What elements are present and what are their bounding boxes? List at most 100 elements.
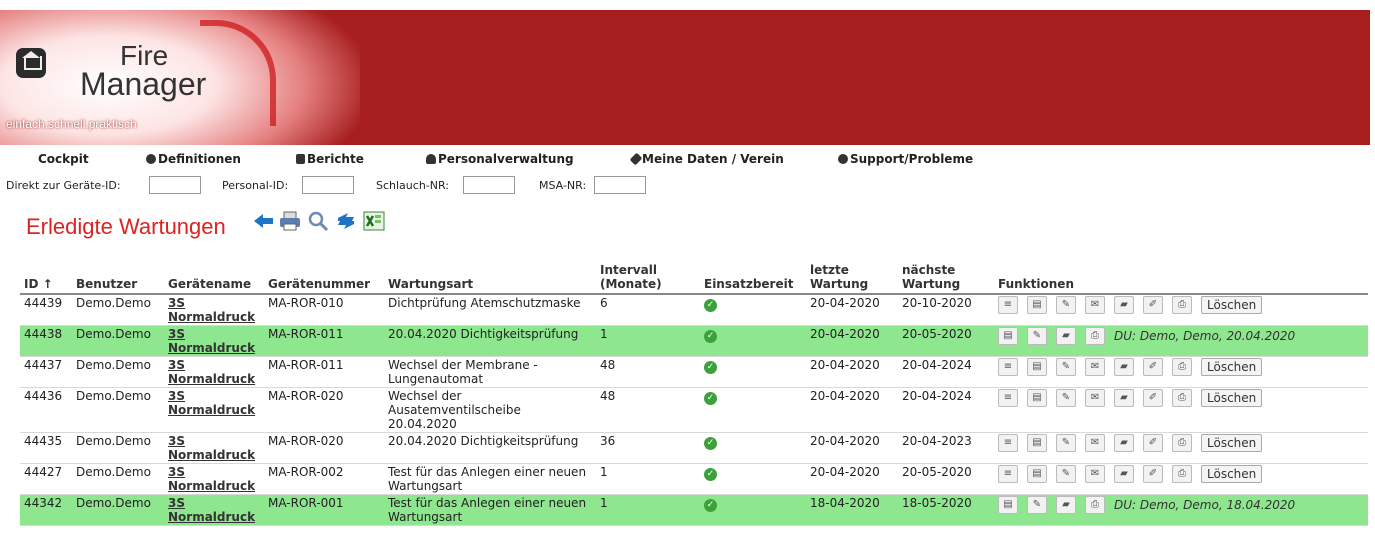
doc-icon[interactable]: ≡ (998, 358, 1018, 376)
folder-icon[interactable]: ▰ (1114, 296, 1134, 314)
pencil-icon[interactable]: ✐ (1143, 296, 1163, 314)
folder-icon[interactable]: ▰ (1114, 434, 1134, 452)
pencil-icon[interactable]: ✐ (1143, 358, 1163, 376)
device-id-input[interactable] (149, 176, 201, 194)
cell-last: 18-04-2020 (806, 494, 898, 526)
cell-type: 20.04.2020 Dichtigkeitsprüfung (384, 432, 596, 464)
delete-button[interactable]: Löschen (1201, 465, 1263, 483)
card-icon[interactable]: ▤ (998, 496, 1018, 514)
msa-nr-input[interactable] (594, 176, 646, 194)
edit-doc-icon[interactable]: ✎ (1027, 327, 1047, 345)
print-icon[interactable]: ⎙ (1172, 358, 1192, 376)
nav-meine-daten[interactable]: Meine Daten / Verein (629, 152, 784, 166)
home-icon[interactable] (16, 48, 46, 78)
cell-last: 20-04-2020 (806, 432, 898, 464)
nav-label: Support/Probleme (850, 152, 974, 166)
mail-icon[interactable]: ✉ (1085, 389, 1105, 407)
print-icon[interactable]: ⎙ (1085, 327, 1105, 345)
cell-interval: 1 (596, 325, 700, 357)
col-type[interactable]: Wartungsart (384, 253, 596, 295)
cell-interval: 48 (596, 356, 700, 388)
folder-icon[interactable]: ▰ (1114, 389, 1134, 407)
refresh-icon[interactable] (334, 209, 358, 233)
col-last[interactable]: letzte Wartung (806, 253, 898, 295)
doc-icon[interactable]: ≡ (998, 434, 1018, 452)
col-id[interactable]: ID ↑ (20, 253, 72, 295)
card-icon[interactable]: ▤ (998, 327, 1018, 345)
doc-icon[interactable]: ≡ (998, 465, 1018, 483)
col-user[interactable]: Benutzer (72, 253, 164, 295)
col-device-name[interactable]: Gerätename (164, 253, 264, 295)
print-icon[interactable] (278, 209, 302, 233)
device-link[interactable]: 3S Normaldruck (168, 327, 255, 355)
folder-icon[interactable]: ▰ (1114, 358, 1134, 376)
device-link[interactable]: 3S Normaldruck (168, 496, 255, 524)
folder-icon[interactable]: ▰ (1114, 465, 1134, 483)
delete-button[interactable]: Löschen (1201, 389, 1263, 407)
personal-id-input[interactable] (302, 176, 354, 194)
pencil-icon[interactable]: ✐ (1143, 465, 1163, 483)
folder-icon[interactable]: ▰ (1056, 327, 1076, 345)
delete-button[interactable]: Löschen (1201, 358, 1263, 376)
print-icon[interactable]: ⎙ (1172, 296, 1192, 314)
cell-user: Demo.Demo (72, 387, 164, 433)
card-icon[interactable]: ▤ (1027, 296, 1047, 314)
col-next[interactable]: nächste Wartung (898, 253, 994, 295)
edit-doc-icon[interactable]: ✎ (1056, 296, 1076, 314)
mail-icon[interactable]: ✉ (1085, 434, 1105, 452)
nav-support[interactable]: Support/Probleme (838, 152, 973, 166)
cell-last: 20-04-2020 (806, 463, 898, 495)
cell-user: Demo.Demo (72, 325, 164, 357)
cell-next: 20-05-2020 (898, 325, 994, 357)
pencil-icon[interactable]: ✐ (1143, 389, 1163, 407)
card-icon[interactable]: ▤ (1027, 434, 1047, 452)
doc-icon[interactable]: ≡ (998, 296, 1018, 314)
cell-last: 20-04-2020 (806, 294, 898, 326)
back-arrow-icon[interactable] (252, 209, 276, 233)
folder-icon[interactable]: ▰ (1056, 496, 1076, 514)
print-icon[interactable]: ⎙ (1085, 496, 1105, 514)
nav-cockpit[interactable]: Cockpit (38, 152, 89, 166)
cell-device-name: 3S Normaldruck (164, 463, 264, 495)
col-interval[interactable]: Intervall (Monate) (596, 253, 700, 295)
mail-icon[interactable]: ✉ (1085, 358, 1105, 376)
check-icon: ✓ (704, 330, 717, 343)
card-icon[interactable]: ▤ (1027, 465, 1047, 483)
delete-button[interactable]: Löschen (1201, 434, 1263, 452)
sliders-icon (296, 154, 305, 164)
search-icon[interactable] (306, 209, 330, 233)
card-icon[interactable]: ▤ (1027, 389, 1047, 407)
delete-button[interactable]: Löschen (1201, 296, 1263, 314)
cell-next: 20-10-2020 (898, 294, 994, 326)
nav-berichte[interactable]: Berichte (296, 152, 364, 166)
hose-nr-input[interactable] (463, 176, 515, 194)
device-link[interactable]: 3S Normaldruck (168, 434, 255, 462)
card-icon[interactable]: ▤ (1027, 358, 1047, 376)
nav-personalverwaltung[interactable]: Personalverwaltung (426, 152, 574, 166)
device-link[interactable]: 3S Normaldruck (168, 465, 255, 493)
maintenance-table: ID ↑ Benutzer Gerätename Gerätenummer Wa… (20, 253, 1368, 526)
edit-doc-icon[interactable]: ✎ (1056, 434, 1076, 452)
pencil-icon[interactable]: ✐ (1143, 434, 1163, 452)
print-icon[interactable]: ⎙ (1172, 389, 1192, 407)
print-icon[interactable]: ⎙ (1172, 434, 1192, 452)
edit-doc-icon[interactable]: ✎ (1056, 389, 1076, 407)
doc-icon[interactable]: ≡ (998, 389, 1018, 407)
print-icon[interactable]: ⎙ (1172, 465, 1192, 483)
device-link[interactable]: 3S Normaldruck (168, 358, 255, 386)
mail-icon[interactable]: ✉ (1085, 465, 1105, 483)
cell-user: Demo.Demo (72, 294, 164, 326)
edit-doc-icon[interactable]: ✎ (1056, 358, 1076, 376)
device-link[interactable]: 3S Normaldruck (168, 296, 255, 324)
nav-definitionen[interactable]: Definitionen (146, 152, 241, 166)
edit-doc-icon[interactable]: ✎ (1056, 465, 1076, 483)
col-device-number[interactable]: Gerätenummer (264, 253, 384, 295)
excel-icon[interactable] (362, 209, 386, 233)
main-nav: Cockpit Definitionen Berichte Personalve… (0, 152, 1375, 170)
cell-functions: ≡ ▤ ✎ ✉ ▰ ✐ ⎙ Löschen (994, 432, 1368, 464)
cell-user: Demo.Demo (72, 463, 164, 495)
device-link[interactable]: 3S Normaldruck (168, 389, 255, 417)
mail-icon[interactable]: ✉ (1085, 296, 1105, 314)
edit-doc-icon[interactable]: ✎ (1027, 496, 1047, 514)
col-ready[interactable]: Einsatzbereit (700, 253, 806, 295)
